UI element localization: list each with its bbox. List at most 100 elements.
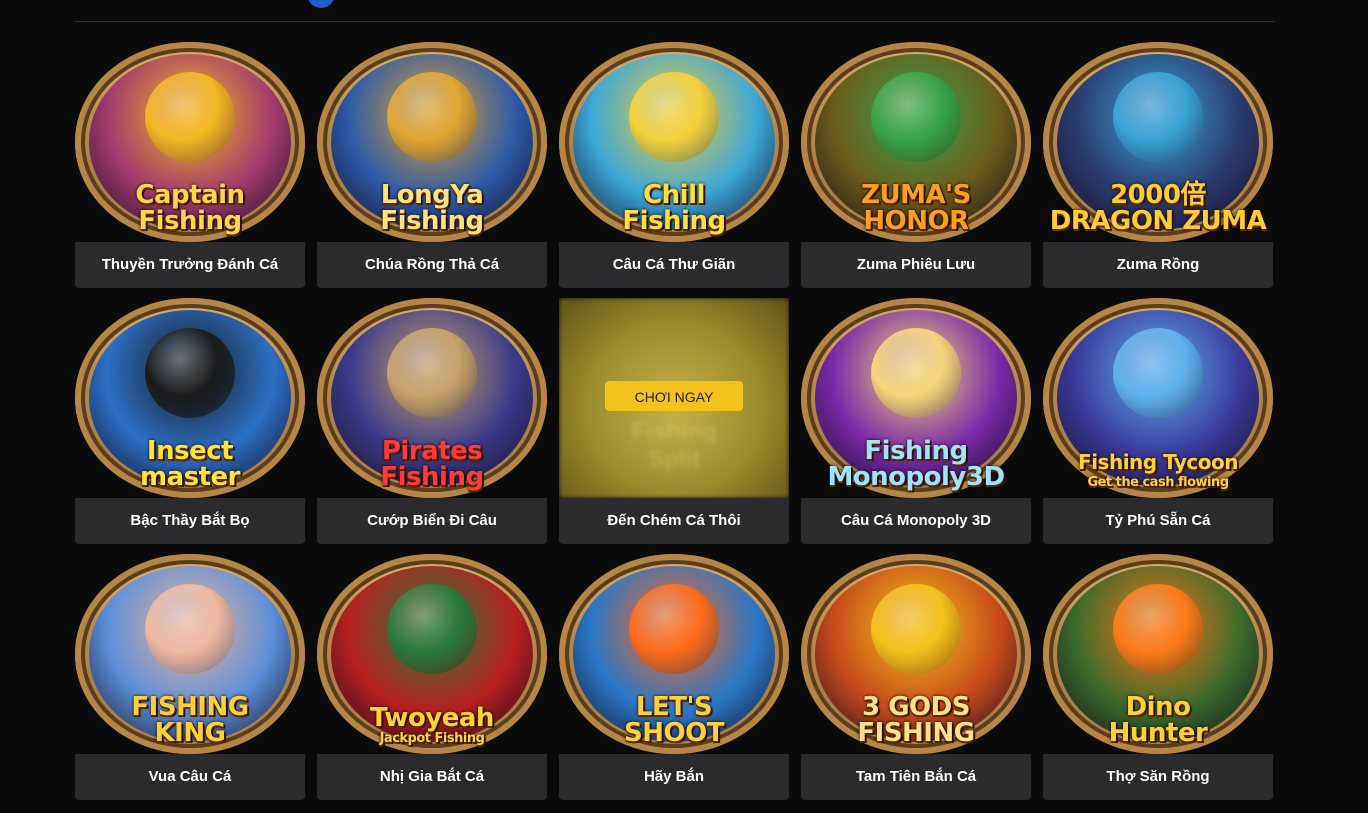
game-title[interactable]: Tỷ Phú Sẵn Cá xyxy=(1043,498,1273,544)
game-logo-line: 3 GODS xyxy=(862,692,970,722)
game-logo-line: Jackpot Fishing xyxy=(379,731,485,746)
game-title[interactable]: Tam Tiên Bắn Cá xyxy=(801,754,1031,800)
game-logo-line: Fishing xyxy=(864,436,968,466)
game-grid: Captain Fishing Thuyền Trưởng Đánh Cá LongY… xyxy=(75,42,1275,800)
game-logo-line: Fishing xyxy=(138,206,242,236)
game-logo-line: FISHING xyxy=(857,718,975,748)
game-thumbnail[interactable]: 2000倍 DRAGON ZUMA xyxy=(1043,42,1273,242)
game-card[interactable]: Dino Hunter Thợ Săn Rồng xyxy=(1043,554,1273,800)
game-logo: Insect master xyxy=(81,438,299,490)
game-thumbnail[interactable]: Fishing Split CHƠI NGAY xyxy=(559,298,789,498)
game-thumbnail[interactable]: Fishing Monopoly3D xyxy=(801,298,1031,498)
game-logo: ZUMA'S HONOR xyxy=(807,182,1025,234)
game-card[interactable]: Twoyeah Jackpot Fishing Nhị Gia Bắt Cá xyxy=(317,554,547,800)
game-card[interactable]: Fishing Monopoly3D Câu Cá Monopoly 3D xyxy=(801,298,1031,544)
game-thumbnail[interactable]: 3 GODS FISHING xyxy=(801,554,1031,754)
character-shape xyxy=(145,328,235,418)
game-title[interactable]: Chúa Rồng Thả Cá xyxy=(317,242,547,288)
game-logo-line: Fishing xyxy=(380,206,484,236)
top-divider xyxy=(75,0,1275,22)
character-shape xyxy=(629,72,719,162)
game-logo: FISHING KING xyxy=(81,694,299,746)
game-logo-line: 2000倍 xyxy=(1110,180,1206,210)
character-shape xyxy=(629,584,719,674)
game-card[interactable]: FISHING KING Vua Câu Cá xyxy=(75,554,305,800)
game-card[interactable]: Pirates Fishing Cướp Biển Đi Câu xyxy=(317,298,547,544)
game-thumbnail[interactable]: ZUMA'S HONOR xyxy=(801,42,1031,242)
game-thumbnail[interactable]: FISHING KING xyxy=(75,554,305,754)
character-shape xyxy=(1113,584,1203,674)
game-thumbnail[interactable]: Pirates Fishing xyxy=(317,298,547,498)
play-now-button[interactable]: CHƠI NGAY xyxy=(605,381,743,411)
game-card[interactable]: 2000倍 DRAGON ZUMA Zuma Rồng xyxy=(1043,42,1273,288)
game-title[interactable]: Thuyền Trưởng Đánh Cá xyxy=(75,242,305,288)
game-card[interactable]: Chill Fishing Câu Cá Thư Giãn xyxy=(559,42,789,288)
character-shape xyxy=(1113,328,1203,418)
character-shape xyxy=(145,72,235,162)
game-thumbnail[interactable]: Twoyeah Jackpot Fishing xyxy=(317,554,547,754)
game-title[interactable]: Câu Cá Monopoly 3D xyxy=(801,498,1031,544)
character-shape xyxy=(387,72,477,162)
game-logo: Chill Fishing xyxy=(565,182,783,234)
game-logo: Fishing Tycoon Get the cash flowing xyxy=(1049,449,1267,490)
game-logo-line: Chill xyxy=(643,180,705,210)
game-logo-line: KING xyxy=(154,718,226,748)
game-card[interactable]: LongYa Fishing Chúa Rồng Thả Cá xyxy=(317,42,547,288)
game-thumbnail[interactable]: Insect master xyxy=(75,298,305,498)
game-card[interactable]: 3 GODS FISHING Tam Tiên Bắn Cá xyxy=(801,554,1031,800)
game-logo: Fishing Monopoly3D xyxy=(807,438,1025,490)
game-title[interactable]: Bậc Thầy Bắt Bọ xyxy=(75,498,305,544)
game-title[interactable]: Zuma Rồng xyxy=(1043,242,1273,288)
game-title[interactable]: Nhị Gia Bắt Cá xyxy=(317,754,547,800)
game-logo-line: SHOOT xyxy=(624,718,724,748)
game-logo: 2000倍 DRAGON ZUMA xyxy=(1049,182,1267,234)
game-thumbnail[interactable]: Dino Hunter xyxy=(1043,554,1273,754)
game-logo-line: Dino xyxy=(1125,692,1191,722)
game-logo-line: Captain xyxy=(135,180,245,210)
game-logo: LET'S SHOOT xyxy=(565,694,783,746)
game-title[interactable]: Cướp Biển Đi Câu xyxy=(317,498,547,544)
game-logo-line: Insect xyxy=(146,436,234,466)
game-logo-line: Fishing Tycoon xyxy=(1078,450,1238,474)
game-thumbnail[interactable]: Chill Fishing xyxy=(559,42,789,242)
game-title[interactable]: Câu Cá Thư Giãn xyxy=(559,242,789,288)
game-thumbnail[interactable]: Fishing Tycoon Get the cash flowing xyxy=(1043,298,1273,498)
game-thumbnail[interactable]: LongYa Fishing xyxy=(317,42,547,242)
game-logo-line: LET'S xyxy=(635,692,713,722)
game-card[interactable]: Fishing Tycoon Get the cash flowing Tỷ Phú… xyxy=(1043,298,1273,544)
game-logo-line: Pirates xyxy=(381,436,483,466)
character-shape xyxy=(1113,72,1203,162)
game-thumbnail[interactable]: Captain Fishing xyxy=(75,42,305,242)
game-logo: LongYa Fishing xyxy=(323,182,541,234)
game-logo-line: LongYa xyxy=(380,180,484,210)
game-title[interactable]: Thợ Săn Rồng xyxy=(1043,754,1273,800)
game-logo-line: FISHING xyxy=(131,692,249,722)
game-logo-line: Split xyxy=(648,446,700,473)
game-logo-line: Fishing xyxy=(622,206,726,236)
game-logo: Dino Hunter xyxy=(1049,694,1267,746)
game-logo: Captain Fishing xyxy=(81,182,299,234)
character-shape xyxy=(871,72,961,162)
character-shape xyxy=(871,328,961,418)
game-logo-line: Fishing xyxy=(380,462,484,492)
game-logo-line: DRAGON ZUMA xyxy=(1049,206,1267,236)
game-logo: Fishing Split xyxy=(599,418,749,474)
game-logo-line: Fishing xyxy=(631,418,717,445)
game-card[interactable]: Fishing Split CHƠI NGAY Đến Chém Cá Thôi xyxy=(559,298,789,544)
game-title[interactable]: Hãy Bắn xyxy=(559,754,789,800)
game-card[interactable]: ZUMA'S HONOR Zuma Phiêu Lưu xyxy=(801,42,1031,288)
game-title[interactable]: Vua Câu Cá xyxy=(75,754,305,800)
game-title[interactable]: Zuma Phiêu Lưu xyxy=(801,242,1031,288)
game-logo-line: ZUMA'S xyxy=(861,180,971,210)
game-logo-line: Monopoly3D xyxy=(827,462,1005,492)
game-logo-line: HONOR xyxy=(863,206,969,236)
game-card[interactable]: Insect master Bậc Thầy Bắt Bọ xyxy=(75,298,305,544)
game-title[interactable]: Đến Chém Cá Thôi xyxy=(559,498,789,544)
game-logo-line: Twoyeah xyxy=(370,703,494,733)
game-card[interactable]: Captain Fishing Thuyền Trưởng Đánh Cá xyxy=(75,42,305,288)
game-thumbnail[interactable]: LET'S SHOOT xyxy=(559,554,789,754)
game-card[interactable]: LET'S SHOOT Hãy Bắn xyxy=(559,554,789,800)
pagination-dot[interactable] xyxy=(307,0,335,8)
character-shape xyxy=(871,584,961,674)
game-logo-line: master xyxy=(140,462,241,492)
